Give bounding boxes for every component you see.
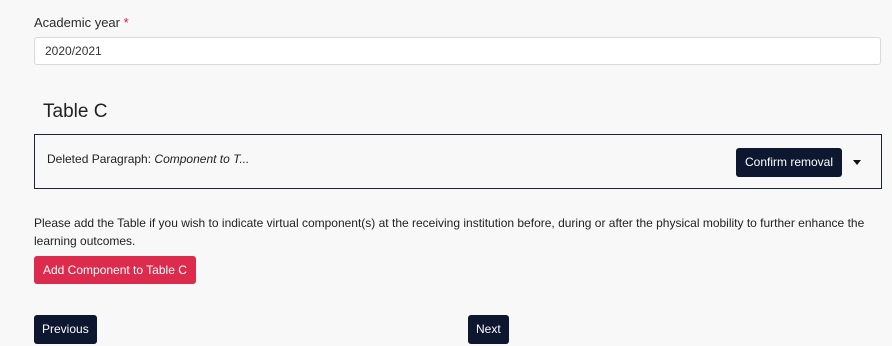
deleted-paragraph-box: Deleted Paragraph: Component to T... Con…: [34, 134, 882, 189]
previous-button[interactable]: Previous: [34, 315, 97, 344]
page: Academic year * Table C Deleted Paragrap…: [0, 0, 892, 346]
confirm-removal-button[interactable]: Confirm removal: [736, 148, 843, 177]
academic-year-input[interactable]: [34, 37, 881, 65]
table-c-help-text: Please add the Table if you wish to indi…: [34, 216, 865, 248]
deleted-paragraph-prefix: Deleted Paragraph:: [47, 152, 155, 166]
table-c-title: Table C: [43, 101, 108, 122]
academic-year-label: Academic year *: [34, 15, 129, 30]
deleted-paragraph-text: Deleted Paragraph: Component to T...: [47, 152, 249, 166]
deleted-paragraph-name: Component to T...: [154, 152, 250, 166]
add-component-button[interactable]: Add Component to Table C: [34, 256, 196, 284]
required-marker: *: [123, 15, 129, 30]
next-button[interactable]: Next: [468, 315, 509, 344]
academic-year-label-text: Academic year: [34, 15, 120, 30]
caret-down-icon[interactable]: [853, 160, 861, 165]
